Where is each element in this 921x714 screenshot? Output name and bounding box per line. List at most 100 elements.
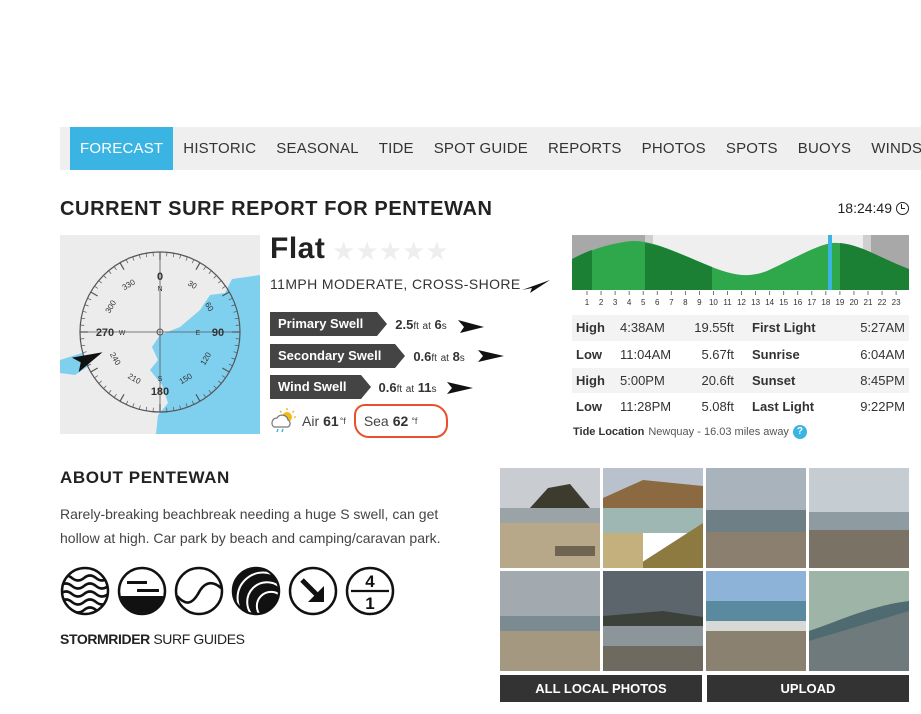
report-time-value: 18:24:49	[837, 200, 893, 216]
tab-forecast[interactable]: FORECAST	[70, 127, 174, 170]
tide-hour-label: 5	[641, 298, 646, 307]
stormrider-logo[interactable]: STORMRIDER SURF GUIDES	[60, 631, 245, 647]
tab-spots[interactable]: SPOTS	[716, 127, 788, 170]
fraction-top: 4	[365, 572, 375, 591]
tide-height: 20.6ft	[686, 367, 738, 394]
photo-thumbnail[interactable]	[809, 468, 909, 568]
tide-hour-label: 21	[864, 298, 873, 307]
star-icon: ★	[355, 236, 379, 266]
tide-hour-label: 22	[878, 298, 887, 307]
tide-height: 5.08ft	[686, 393, 738, 420]
tide-hour-label: 18	[821, 298, 830, 307]
compass-south: 180	[151, 386, 169, 398]
secondary-swell-row: Secondary Swell 0.6ft at 8s	[270, 344, 465, 368]
wind-direction-arrow-icon	[522, 280, 550, 293]
photo-thumbnail[interactable]	[603, 571, 703, 671]
page-title: CURRENT SURF REPORT FOR PENTEWAN	[60, 198, 493, 220]
compass-map-svg: 0 N 90 E 180 S 270 W 30 60 120 150 210 2…	[60, 235, 260, 434]
wind-swell-value: 0.6ft at 11s	[378, 379, 437, 395]
tide-row: Low 11:04AM 5.67ft Sunrise 6:04AM	[572, 341, 909, 368]
fraction-bottom: 1	[365, 594, 374, 613]
secondary-swell-tag: Secondary Swell	[270, 344, 406, 368]
sun-time: 9:22PM	[841, 393, 909, 420]
tide-time: 11:04AM	[616, 341, 686, 368]
primary-swell-arrow-icon	[458, 320, 484, 333]
primary-swell-value: 2.5ft at 6s	[395, 316, 447, 332]
clock-icon	[896, 201, 909, 215]
sun-label: Last Light	[738, 393, 842, 420]
tide-location: Tide Location Newquay - 16.03 miles away…	[573, 425, 807, 439]
tide-row: Low 11:28PM 5.08ft Last Light 9:22PM	[572, 393, 909, 420]
about-text: Rarely-breaking beachbreak needing a hug…	[60, 506, 441, 546]
upload-button[interactable]: UPLOAD	[707, 675, 909, 702]
tide-hour-label: 7	[669, 298, 674, 307]
help-icon[interactable]: ?	[792, 425, 807, 439]
tab-historic[interactable]: HISTORIC	[173, 127, 266, 170]
rating-fraction-icon: 4 1	[345, 566, 395, 616]
swell-direction-icon	[288, 566, 338, 616]
tide-hour-label: 15	[779, 298, 788, 307]
bottom-type-icon	[174, 566, 224, 616]
tab-spot-guide[interactable]: SPOT GUIDE	[424, 127, 538, 170]
tide-hour-label: 16	[793, 298, 802, 307]
tab-seasonal[interactable]: SEASONAL	[266, 127, 368, 170]
tab-photos[interactable]: PHOTOS	[632, 127, 716, 170]
compass-north: 0	[157, 271, 163, 283]
tide-chart[interactable]: 1 2 3 4 5 6 7 8 9 10 11 12 13 14 15 16 17 18 19 20 21 22 23	[572, 235, 909, 307]
direction-icon	[231, 566, 281, 616]
photo-thumbnail[interactable]	[706, 468, 806, 568]
tide-icon	[117, 566, 167, 616]
tide-hour-label: 9	[697, 298, 702, 307]
tide-row: High 4:38AM 19.55ft First Light 5:27AM	[572, 315, 909, 342]
photo-thumbnail[interactable]	[809, 571, 909, 671]
tide-height: 19.55ft	[686, 315, 738, 342]
compass-s-letter: S	[158, 376, 163, 383]
star-icon: ★	[425, 236, 449, 266]
main-nav: FORECAST HISTORIC SEASONAL TIDE SPOT GUI…	[60, 127, 921, 170]
photo-grid	[500, 468, 909, 671]
tide-now-marker	[828, 235, 832, 290]
tide-type: Low	[572, 341, 616, 368]
tide-hour-label: 13	[751, 298, 760, 307]
spot-map[interactable]: 0 N 90 E 180 S 270 W 30 60 120 150 210 2…	[60, 235, 260, 434]
secondary-swell-arrow-icon	[478, 350, 504, 362]
tab-reports[interactable]: REPORTS	[538, 127, 632, 170]
tide-hour-label: 8	[683, 298, 688, 307]
surf-rating: Flat	[270, 232, 326, 265]
sun-time: 6:04AM	[841, 341, 909, 368]
star-icon: ★	[378, 236, 402, 266]
photo-thumbnail[interactable]	[706, 571, 806, 671]
tide-hour-label: 2	[599, 298, 604, 307]
star-rating: ★ ★ ★ ★ ★	[332, 238, 449, 264]
primary-swell-row: Primary Swell 2.5ft at 6s	[270, 312, 447, 336]
secondary-swell-value: 0.6ft at 8s	[413, 348, 465, 364]
sun-label: Sunrise	[738, 341, 842, 368]
air-label: Air	[302, 413, 320, 429]
wind-swell-tag: Wind Swell	[270, 375, 370, 399]
tab-tide[interactable]: TIDE	[369, 127, 424, 170]
all-local-photos-button[interactable]: ALL LOCAL PHOTOS	[500, 675, 702, 702]
star-icon: ★	[332, 236, 356, 266]
tide-hour-label: 12	[737, 298, 746, 307]
spot-guide-icons: 4 1	[60, 566, 395, 616]
compass-west: 270	[96, 327, 114, 339]
wind-swell-row: Wind Swell 0.6ft at 11s	[270, 375, 436, 399]
tab-buoys[interactable]: BUOYS	[788, 127, 862, 170]
tide-hour-label: 17	[807, 298, 816, 307]
photo-thumbnail[interactable]	[500, 468, 600, 568]
air-unit: °f	[339, 416, 346, 426]
partly-cloudy-rain-icon	[271, 408, 296, 433]
sun-time: 5:27AM	[841, 315, 909, 342]
tide-hour-label: 3	[613, 298, 618, 307]
tab-winds[interactable]: WINDS	[861, 127, 921, 170]
compass-n-letter: N	[157, 286, 162, 293]
tide-time: 4:38AM	[616, 315, 686, 342]
wind-swell-arrow-icon	[447, 382, 473, 394]
sun-label: First Light	[738, 315, 842, 342]
tide-type: High	[572, 367, 616, 394]
tide-hour-label: 6	[655, 298, 660, 307]
photo-thumbnail[interactable]	[500, 571, 600, 671]
tide-hour-label: 1	[585, 298, 590, 307]
tide-hour-label: 11	[723, 298, 732, 307]
photo-thumbnail[interactable]	[603, 468, 703, 568]
